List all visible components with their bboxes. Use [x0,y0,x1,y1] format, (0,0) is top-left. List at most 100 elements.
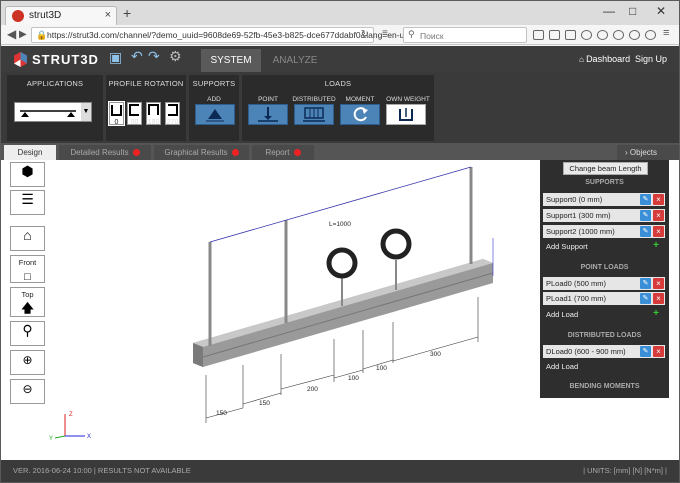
add-support-button[interactable] [195,104,235,125]
delete-icon[interactable]: × [653,346,664,357]
edit-icon[interactable]: ✎ [640,346,651,357]
dim-label-1: 150 [259,400,270,407]
zoom-out-button[interactable]: ⊖ [10,379,45,404]
forward-icon[interactable]: ▶ [19,29,27,40]
home-icon: ⌂ [579,55,587,64]
brand-name: STRUT3D [32,52,99,67]
sync-icon[interactable] [613,30,624,40]
dim-label-5: 300 [430,351,441,358]
sign-up-link[interactable]: Sign Up [635,54,667,64]
zoom-fit-button[interactable]: ⚲ [10,321,45,346]
top-view-button[interactable]: Top 🡅 [10,287,45,317]
minimize-button[interactable]: — [603,4,615,18]
front-view-button[interactable]: Front □ [10,255,45,283]
tab-analyze[interactable]: ANALYZE [264,49,326,72]
tab-design[interactable]: Design [4,145,56,160]
lock-icon: 🔒 [36,30,48,40]
reload-icon[interactable]: ↻ [361,29,369,40]
change-beam-length-button[interactable]: Change beam Length [563,162,648,175]
moment-button[interactable] [340,104,380,125]
pipe-clamp-1 [380,228,412,260]
distributed-load-row[interactable]: DLoad0 (600 - 900 mm) ✎ × [543,345,665,358]
redo-icon[interactable]: ↷ [148,48,160,65]
profile-c-icon [129,104,139,116]
new-tab-button[interactable]: + [123,5,131,21]
menu-icon[interactable]: ≡ [663,27,669,39]
list-view-button[interactable]: ☰ [10,190,45,215]
point-load-button[interactable] [248,104,288,125]
browser-window: strut3D × + — □ ✕ ◀ ▶ 🔒 https://strut3d.… [0,0,680,483]
download-icon[interactable] [597,30,608,40]
view-3d-button[interactable]: ⬢ [10,162,45,187]
add-distributed-load-row[interactable]: Add Load [543,360,665,373]
zoom-in-button[interactable]: ⊕ [10,350,45,375]
addon-icon[interactable] [645,30,656,40]
bookmark-icon[interactable] [533,30,544,40]
distributed-load-button[interactable] [294,104,334,125]
maximize-button[interactable]: □ [629,4,636,18]
distributed-label: DISTRIBUTED [292,96,336,103]
moment-icon [353,107,368,122]
edit-icon[interactable]: ✎ [640,226,651,237]
supports-section-title: SUPPORTS [585,179,624,186]
support-row[interactable]: Support0 (0 mm) ✎ × [543,193,665,206]
support-row[interactable]: Support1 (300 mm) ✎ × [543,209,665,222]
supports-group: SUPPORTS ADD [189,75,239,141]
edit-icon[interactable]: ✎ [640,278,651,289]
delete-icon[interactable]: × [653,210,664,221]
home-icon[interactable] [581,30,592,40]
tab-system[interactable]: SYSTEM [201,49,261,72]
browser-tab[interactable]: strut3D × [5,6,117,25]
delete-icon[interactable]: × [653,194,664,205]
favicon-icon [12,10,24,22]
angle-90: 90 [130,119,139,126]
point-load-name: PLoad1 (700 mm) [546,294,607,303]
delete-icon[interactable]: × [653,293,664,304]
search-input[interactable]: ⚲ Поиск [403,27,527,43]
chevron-down-icon: ▼ [81,103,91,121]
search-icon: ⚲ [408,29,415,39]
objects-toggle-button[interactable]: › Objects [617,145,679,160]
undo-icon[interactable]: ↶ [131,48,143,65]
gear-icon[interactable]: ⚙ [169,48,182,65]
add-support-row[interactable]: Add Support + [543,240,665,253]
edit-icon[interactable]: ✎ [640,194,651,205]
dashboard-link[interactable]: ⌂ Dashboard [579,54,630,64]
delete-icon[interactable]: × [653,278,664,289]
point-load-row[interactable]: PLoad0 (500 mm) ✎ × [543,277,665,290]
support-name: Support1 (300 mm) [546,211,611,220]
library-icon[interactable] [549,30,560,40]
beam-slot-line [202,272,494,358]
support-name: Support2 (1000 mm) [546,227,615,236]
address-bar[interactable]: 🔒 https://strut3d.com/channel/?demo_uuid… [31,27,413,43]
application-select[interactable]: ▼ [14,102,92,122]
beam-icon [20,110,76,117]
chat-icon[interactable] [629,30,640,40]
cube-icon: ⬢ [21,163,34,179]
app-header: STRUT3D ▣ ↶ ↷ ⚙ SYSTEM ANALYZE ⌂ Dashboa… [1,46,679,72]
point-load-row[interactable]: PLoad1 (700 mm) ✎ × [543,292,665,305]
edit-icon[interactable]: ✎ [640,210,651,221]
pocket-icon[interactable] [565,30,576,40]
add-point-load-row[interactable]: Add Load + [543,308,665,321]
support-row[interactable]: Support2 (1000 mm) ✎ × [543,225,665,238]
reader-mode-icon[interactable]: ≡ [382,28,388,39]
delete-icon[interactable]: × [653,226,664,237]
home-view-button[interactable]: ⌂ [10,226,45,251]
tab-report[interactable]: Report [252,145,314,160]
tab-graphical-results[interactable]: Graphical Results [154,145,249,160]
edit-icon[interactable]: ✎ [640,293,651,304]
dashboard-label: Dashboard [586,54,631,64]
tab-close-icon[interactable]: × [105,9,111,21]
own-weight-button[interactable] [386,104,426,125]
profile-rotation-group: PROFILE ROTATION 0 90 180 270 [106,75,186,141]
save-icon[interactable]: ▣ [109,49,122,66]
close-window-button[interactable]: ✕ [656,4,666,18]
support-triangle-icon [206,109,224,122]
own-weight-icon [399,108,413,121]
dim-label-3: 100 [348,375,359,382]
browser-tab-title: strut3D [29,10,62,21]
back-icon[interactable]: ◀ [7,27,16,41]
tab-detailed-results[interactable]: Detailed Results [59,145,151,160]
point-load-name: PLoad0 (500 mm) [546,279,607,288]
